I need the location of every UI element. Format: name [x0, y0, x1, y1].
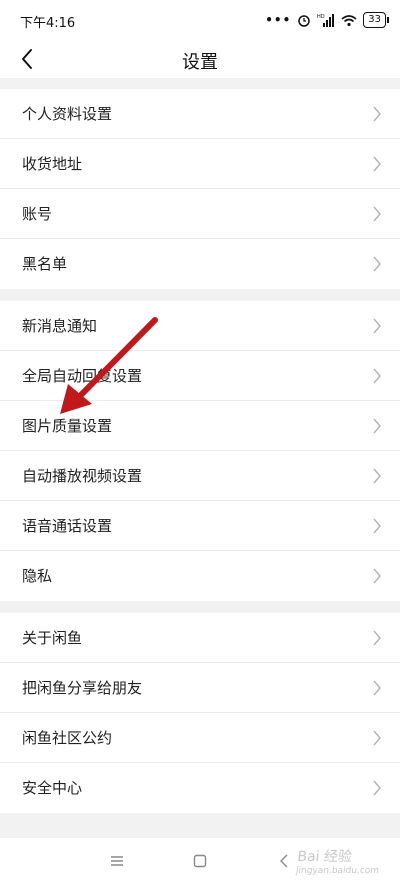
- row-label: 安全中心: [22, 779, 83, 797]
- row-label: 自动播放视频设置: [22, 467, 143, 485]
- row-label: 闲鱼社区公约: [22, 729, 113, 747]
- chevron-right-icon: [373, 368, 381, 384]
- row-label: 隐私: [22, 567, 53, 585]
- chevron-right-icon: [373, 206, 381, 222]
- chevron-right-icon: [373, 156, 381, 172]
- settings-group-account: 个人资料设置 收货地址 账号 黑名单: [0, 89, 400, 289]
- row-label: 个人资料设置: [22, 105, 113, 123]
- settings-row-image-quality[interactable]: 图片质量设置: [0, 401, 400, 451]
- row-label: 账号: [22, 205, 53, 223]
- settings-row-account[interactable]: 账号: [0, 189, 400, 239]
- chevron-right-icon: [373, 680, 381, 696]
- page-title: 设置: [182, 52, 218, 73]
- signal-icon: HD: [317, 14, 335, 27]
- chevron-right-icon: [373, 418, 381, 434]
- status-time: 下午4:16: [20, 16, 76, 31]
- settings-row-notifications[interactable]: 新消息通知: [0, 301, 400, 351]
- settings-row-address[interactable]: 收货地址: [0, 139, 400, 189]
- settings-row-community-rules[interactable]: 闲鱼社区公约: [0, 713, 400, 763]
- row-label: 收货地址: [22, 155, 83, 173]
- settings-group-general: 新消息通知 全局自动回复设置 图片质量设置 自动播放视频设置 语音通话设置 隐私: [0, 301, 400, 601]
- watermark-sub: jingyan.baidu.com: [295, 866, 380, 876]
- settings-row-privacy[interactable]: 隐私: [0, 551, 400, 601]
- more-notifications-icon: •••: [265, 13, 292, 27]
- watermark-text: Bai 经验: [296, 849, 353, 865]
- alarm-icon: [298, 15, 311, 27]
- row-label: 语音通话设置: [22, 517, 113, 535]
- status-icons: ••• HD 33: [265, 10, 389, 30]
- home-icon[interactable]: [193, 854, 207, 868]
- wifi-icon: [341, 14, 357, 26]
- watermark: Bai 经验 jingyan.baidu.com: [295, 846, 381, 876]
- chevron-right-icon: [373, 106, 381, 122]
- settings-row-blacklist[interactable]: 黑名单: [0, 239, 400, 289]
- settings-row-auto-reply[interactable]: 全局自动回复设置: [0, 351, 400, 401]
- svg-text:HD: HD: [317, 14, 325, 20]
- row-label: 关于闲鱼: [22, 629, 83, 647]
- menu-icon[interactable]: [110, 854, 124, 868]
- settings-row-profile[interactable]: 个人资料设置: [0, 89, 400, 139]
- chevron-right-icon: [373, 518, 381, 534]
- settings-row-voice-call[interactable]: 语音通话设置: [0, 501, 400, 551]
- settings-row-security-center[interactable]: 安全中心: [0, 763, 400, 813]
- status-bar: 下午4:16 ••• HD 33: [0, 0, 400, 40]
- settings-group-about: 关于闲鱼 把闲鱼分享给朋友 闲鱼社区公约 安全中心: [0, 613, 400, 813]
- row-label: 把闲鱼分享给朋友: [22, 679, 143, 697]
- settings-row-about[interactable]: 关于闲鱼: [0, 613, 400, 663]
- row-label: 图片质量设置: [22, 417, 113, 435]
- row-label: 全局自动回复设置: [22, 367, 143, 385]
- chevron-right-icon: [373, 318, 381, 334]
- chevron-right-icon: [373, 730, 381, 746]
- battery-icon: 33: [363, 12, 389, 28]
- row-label: 黑名单: [22, 255, 68, 273]
- chevron-right-icon: [373, 568, 381, 584]
- chevron-right-icon: [373, 780, 381, 796]
- chevron-right-icon: [373, 468, 381, 484]
- settings-row-share[interactable]: 把闲鱼分享给朋友: [0, 663, 400, 713]
- chevron-right-icon: [373, 630, 381, 646]
- settings-row-autoplay-video[interactable]: 自动播放视频设置: [0, 451, 400, 501]
- back-icon[interactable]: [278, 854, 290, 868]
- row-label: 新消息通知: [22, 317, 98, 335]
- chevron-right-icon: [373, 256, 381, 272]
- nav-bar: 设置: [0, 40, 400, 78]
